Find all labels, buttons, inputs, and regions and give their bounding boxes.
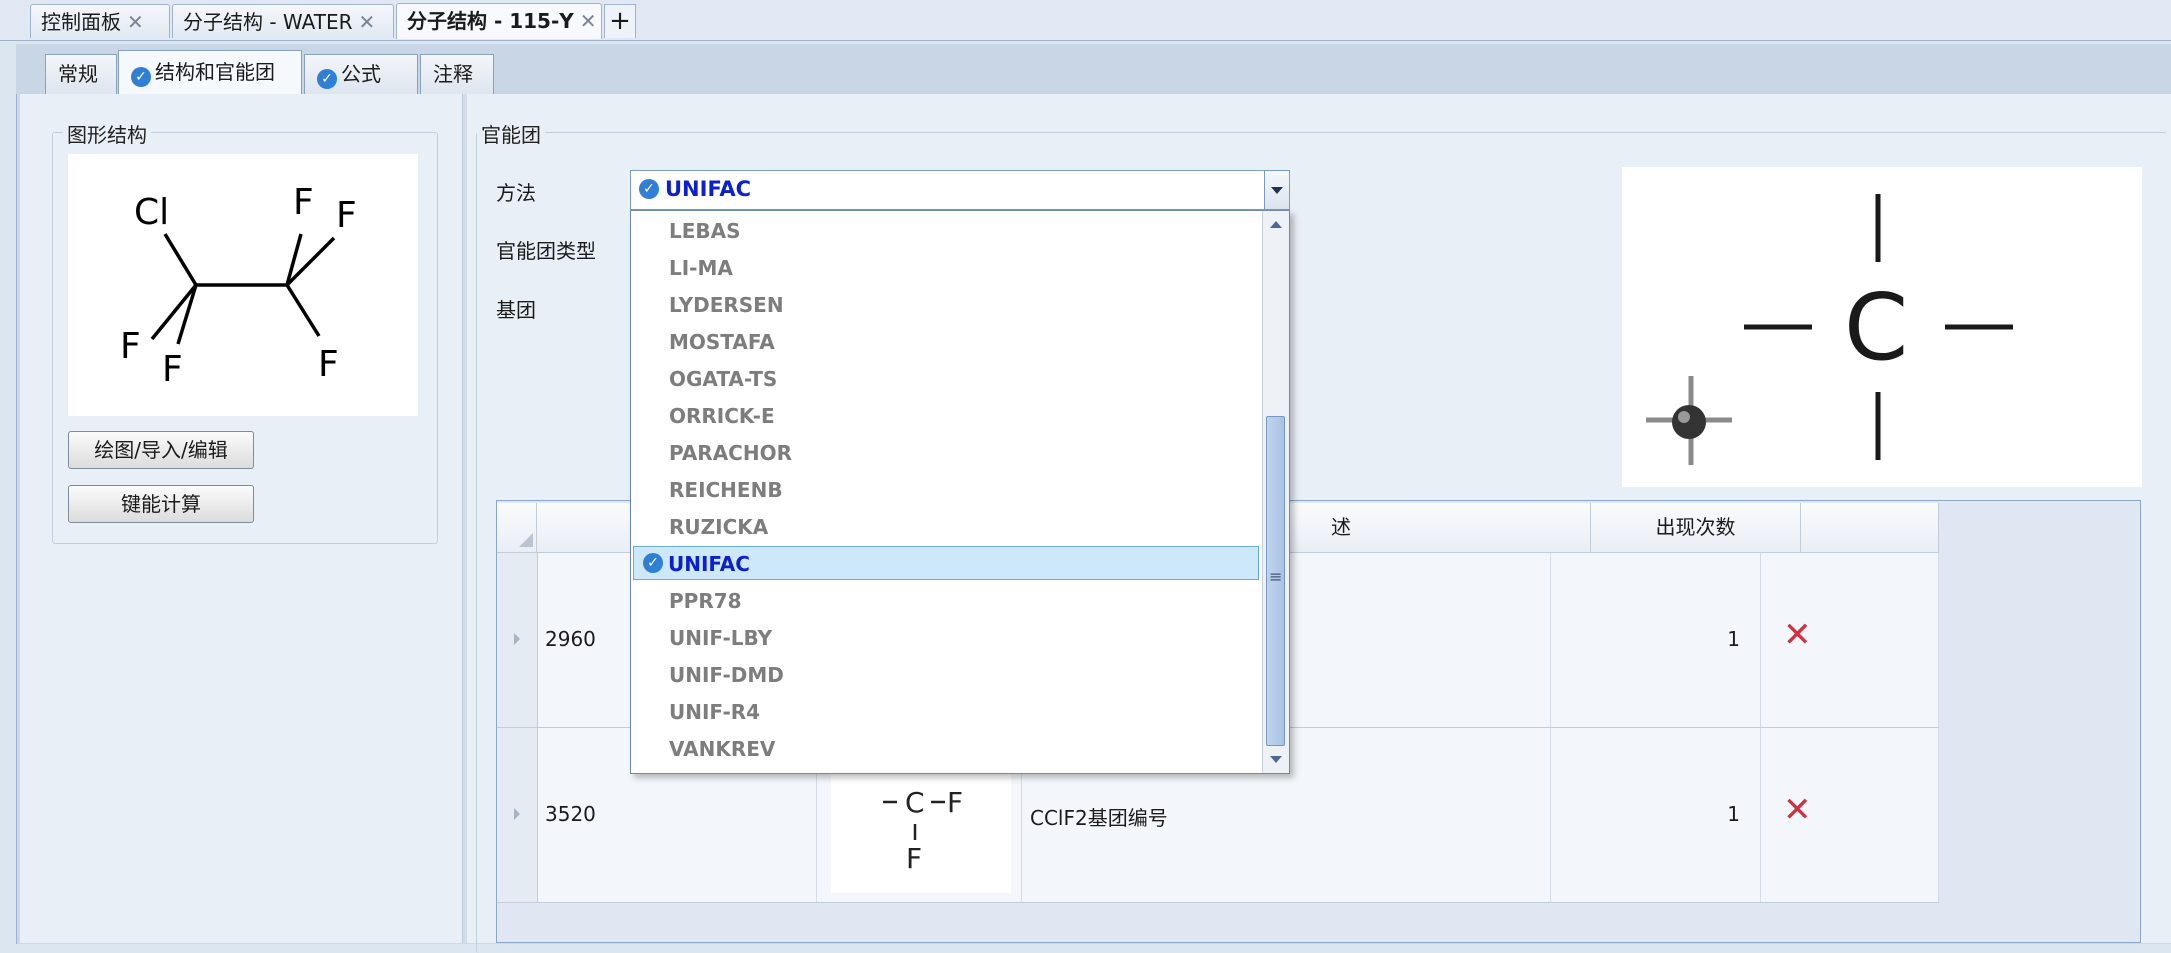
- cell-delete: ✕: [1761, 553, 1939, 727]
- dropdown-item[interactable]: LI-MA: [669, 256, 733, 280]
- cell-delete: ✕: [1761, 728, 1939, 902]
- cell-count: 1: [1551, 728, 1761, 902]
- tab-formula[interactable]: ✓ 公式: [304, 54, 418, 94]
- dropdown-item[interactable]: REICHENB: [669, 478, 783, 502]
- dropdown-item-selected[interactable]: ✓ UNIFAC: [633, 546, 1259, 580]
- method-label: 方法: [496, 181, 536, 205]
- close-icon[interactable]: ✕: [580, 9, 597, 33]
- tab-label: 注释: [433, 62, 473, 86]
- group-preview-image: C: [1622, 167, 2142, 487]
- dropdown-item[interactable]: UNIF-DMD: [669, 663, 784, 687]
- tab-label: 结构和官能团: [155, 60, 275, 84]
- doc-tab-115y[interactable]: 分子结构 - 115-Y ✕: [396, 3, 602, 39]
- doc-tab-label: 分子结构 - WATER: [183, 10, 353, 34]
- tab-label: 常规: [58, 62, 98, 86]
- atom-f-label: F: [293, 182, 314, 223]
- doc-tab-water[interactable]: 分子结构 - WATER ✕: [172, 4, 394, 38]
- group-description: CClF2基团编号: [1030, 806, 1168, 830]
- header-description-label: 述: [1331, 515, 1351, 539]
- method-dropdown-list: LEBAS LI-MA LYDERSEN MOSTAFA OGATA-TS OR…: [630, 210, 1290, 774]
- tab-structure-functional-groups[interactable]: ✓ 结构和官能团: [118, 50, 302, 94]
- property-tab-strip: 常规 ✓ 结构和官能团 ✓ 公式 注释: [16, 44, 2171, 94]
- tab-notes[interactable]: 注释: [420, 54, 494, 94]
- dropdown-item[interactable]: UNIF-LBY: [669, 626, 772, 650]
- doc-tab-label: 分子结构 - 115-Y: [407, 9, 574, 33]
- atom-f-label: F: [318, 344, 339, 385]
- chevron-down-icon[interactable]: [1264, 171, 1289, 209]
- dropdown-item[interactable]: OGATA-TS: [669, 367, 777, 391]
- dropdown-item[interactable]: VANKREV: [669, 737, 775, 761]
- structure-group-title: 图形结构: [63, 119, 151, 148]
- dropdown-item[interactable]: PARACHOR: [669, 441, 792, 465]
- scroll-up-icon[interactable]: [1270, 221, 1282, 228]
- header-count-label: 出现次数: [1655, 515, 1736, 539]
- atom-cl-label: Cl: [134, 192, 169, 233]
- method-combobox-value: UNIFAC: [665, 177, 752, 201]
- doc-tab-control-panel[interactable]: 控制面板 ✕: [30, 4, 170, 38]
- scroll-down-icon[interactable]: [1270, 756, 1282, 763]
- group-count: 1: [1727, 802, 1740, 826]
- check-icon: ✓: [131, 67, 151, 87]
- draw-import-edit-button[interactable]: 绘图/导入/编辑: [68, 431, 254, 469]
- add-tab-icon[interactable]: +: [604, 4, 636, 38]
- delete-icon[interactable]: ✕: [1783, 790, 1812, 830]
- group-id: 2960: [545, 627, 596, 651]
- check-icon: ✓: [639, 179, 659, 199]
- scrollbar-thumb[interactable]: [1266, 416, 1285, 746]
- method-combobox[interactable]: ✓ UNIFAC: [630, 170, 1290, 210]
- cell-count: 1: [1551, 553, 1761, 727]
- carbon-group-drawing: C: [1646, 194, 2013, 465]
- dropdown-item[interactable]: RUZICKA: [669, 515, 768, 539]
- dropdown-item[interactable]: LEBAS: [669, 219, 741, 243]
- formula-c: C: [905, 786, 925, 819]
- atom-f-label: F: [336, 195, 357, 236]
- doc-tab-label: 控制面板: [41, 10, 121, 34]
- dropdown-scrollbar[interactable]: [1262, 211, 1289, 773]
- molecule-structure-image: Cl F F F F F: [68, 154, 418, 416]
- center-atom-label: C: [1844, 274, 1908, 381]
- header-delete: [1801, 503, 1939, 552]
- header-count[interactable]: 出现次数: [1591, 503, 1801, 552]
- check-icon: ✓: [317, 69, 337, 89]
- group-label: 基团: [496, 298, 536, 322]
- group-id: 3520: [545, 802, 596, 826]
- functional-group-title: 官能团: [477, 119, 545, 148]
- tab-general[interactable]: 常规: [45, 54, 117, 94]
- atom-f-label: F: [162, 349, 183, 390]
- molecule-model-icon: [1646, 376, 1732, 465]
- row-header[interactable]: [497, 553, 538, 727]
- atom-f-label: F: [120, 326, 141, 367]
- dropdown-item[interactable]: PPR78: [669, 589, 742, 613]
- formula-f: F: [947, 786, 963, 819]
- close-icon[interactable]: ✕: [359, 10, 376, 34]
- dropdown-item[interactable]: UNIF-R4: [669, 700, 760, 724]
- delete-icon[interactable]: ✕: [1783, 615, 1812, 655]
- panel-splitter[interactable]: [462, 94, 467, 943]
- formula-f: F: [906, 842, 922, 875]
- close-icon[interactable]: ✕: [127, 10, 144, 34]
- corner-triangle-icon: [519, 533, 533, 547]
- tab-label: 公式: [341, 62, 381, 86]
- group-type-label: 官能团类型: [496, 239, 596, 263]
- bond-energy-button[interactable]: 键能计算: [68, 485, 254, 523]
- document-tab-strip: 控制面板 ✕ 分子结构 - WATER ✕ 分子结构 - 115-Y ✕ +: [0, 0, 2171, 41]
- check-icon: ✓: [643, 553, 663, 573]
- row-header[interactable]: [497, 728, 538, 902]
- group-count: 1: [1727, 627, 1740, 651]
- select-all-corner[interactable]: [497, 503, 537, 552]
- dropdown-item[interactable]: MOSTAFA: [669, 330, 775, 354]
- dropdown-item[interactable]: LYDERSEN: [669, 293, 784, 317]
- dropdown-item[interactable]: ORRICK-E: [669, 404, 775, 428]
- dropdown-item-label: UNIFAC: [668, 552, 750, 576]
- molecule-drawing: Cl F F F F F: [120, 182, 357, 390]
